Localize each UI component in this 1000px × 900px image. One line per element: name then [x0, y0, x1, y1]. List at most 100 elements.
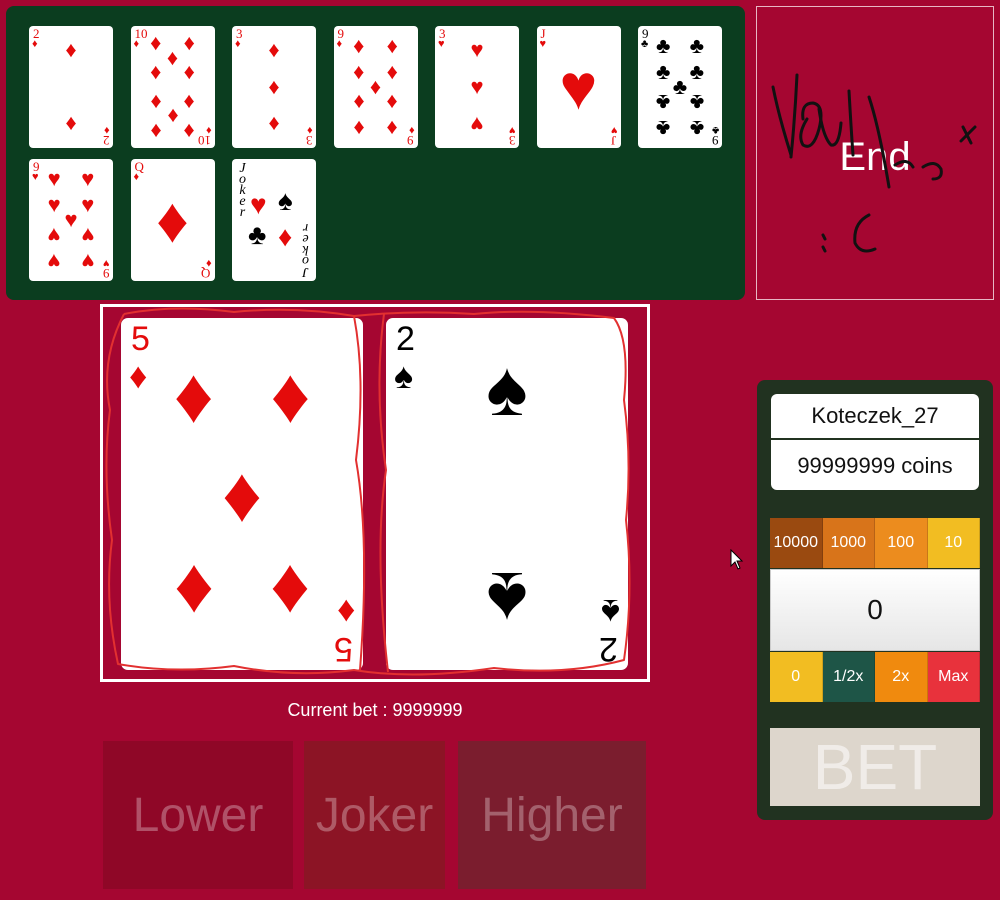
add-chip-10[interactable]: 10 — [927, 518, 980, 568]
history-card: 2 ♦ 2 ♦ ♦ ♦ — [29, 26, 113, 148]
red-scribble — [105, 307, 631, 676]
joker-suit-pip: ♥ — [250, 189, 267, 220]
diamond-icon: ♦ — [336, 38, 343, 50]
diamond-pip-icon: ♦ — [268, 74, 280, 99]
diamond-pip-icon: ♦ — [353, 32, 365, 58]
club-pip-icon: ♣ — [689, 32, 705, 58]
diamond-icon: ♦ — [104, 124, 110, 136]
club-pip-icon: ♣ — [655, 89, 671, 115]
diamond-pip-icon: ♦ — [166, 104, 179, 130]
club-pip-icon: ♣ — [672, 74, 688, 99]
diamond-pip-icon: ♦ — [183, 59, 195, 85]
history-card: 9 ♣ 9 ♣ ♣ ♣ ♣ ♣ ♣ ♣ ♣ ♣ ♣ — [638, 26, 722, 148]
diamond-pip-icon: ♦ — [150, 118, 162, 144]
joker-button[interactable]: Joker — [304, 741, 445, 889]
history-card: 3 ♥ 3 ♥ ♥ ♥ ♥ — [435, 26, 519, 148]
diamond-pip-icon: ♦ — [166, 44, 179, 70]
joker-suit-pip: ♣ — [248, 219, 267, 250]
history-card: 9 ♦ 9 ♦ ♦ ♦ ♦ ♦ ♦ ♦ ♦ ♦ ♦ — [333, 26, 418, 148]
modifier-chip-1-2x[interactable]: 1/2x — [822, 652, 875, 702]
history-card: 3 ♦ 3 ♦ ♦ ♦ ♦ — [232, 26, 316, 148]
heart-icon: ♥ — [610, 124, 618, 136]
club-pip-icon: ♣ — [655, 59, 671, 85]
end-panel: End — [756, 6, 994, 300]
heart-pip-icon: ♥ — [81, 165, 95, 191]
chip-row-add: 10000 1000 100 10 — [770, 518, 980, 568]
heart-pip-icon: ♥ — [470, 74, 484, 99]
diamond-pip-icon: ♦ — [65, 37, 77, 63]
card-history-panel: 2 ♦ 2 ♦ ♦ ♦ 10 ♦ 10 ♦ ♦ ♦ ♦ ♦ ♦ ♦ ♦ ♦ ♦ ♦ 3 ♦ 3 ♦ ♦ ♦ ♦ 9 ♦ 9 ♦ ♦ ♦ ♦ ♦ ♦ ♦ ♦… — [6, 6, 745, 300]
diamond-icon: ♦ — [133, 38, 140, 50]
bet-amount-field[interactable]: 0 — [770, 569, 980, 651]
club-pip-icon: ♣ — [689, 89, 705, 115]
diamond-icon: ♦ — [235, 38, 241, 50]
player-coins: 99999999 coins — [797, 453, 953, 478]
player-info: Koteczek_27 99999999 coins — [771, 394, 979, 490]
history-card: J ♥ J ♥ ♥ — [536, 26, 621, 148]
heart-pip-icon: ♥ — [81, 222, 95, 248]
club-icon: ♣ — [711, 124, 719, 136]
heart-pip-icon: ♥ — [47, 192, 61, 218]
diamond-face-icon: ♦ — [156, 184, 189, 256]
club-pip-icon: ♣ — [689, 116, 705, 142]
chip-row-modifiers: 0 1/2x 2x Max — [770, 652, 980, 702]
diamond-pip-icon: ♦ — [150, 30, 162, 56]
club-pip-icon: ♣ — [655, 32, 671, 58]
betting-panel: Koteczek_27 99999999 coins 10000 1000 100 1… — [757, 380, 993, 820]
heart-pip-icon: ♥ — [47, 249, 61, 275]
diamond-pip-icon: ♦ — [268, 111, 280, 137]
handwritten-scribble — [771, 73, 977, 253]
history-card: 9 ♥ 9 ♥ ♥ ♥ ♥ ♥ ♥ ♥ ♥ ♥ ♥ — [29, 159, 113, 281]
add-chip-100[interactable]: 100 — [875, 518, 928, 568]
heart-face-icon: ♥ — [559, 51, 598, 123]
club-icon: ♣ — [641, 38, 649, 50]
diamond-pip-icon: ♦ — [369, 74, 382, 99]
history-card: 10 ♦ 10 ♦ ♦ ♦ ♦ ♦ ♦ ♦ ♦ ♦ ♦ ♦ — [130, 26, 215, 148]
history-card: Q ♦ Q ♦ ♦ — [130, 159, 215, 281]
diamond-pip-icon: ♦ — [386, 116, 398, 142]
modifier-chip-Max[interactable]: Max — [927, 652, 980, 702]
heart-icon: ♥ — [32, 171, 39, 183]
modifier-chip-2x[interactable]: 2x — [875, 652, 928, 702]
history-card: Joker Joker ♥ ♠ ♣ ♦ — [232, 159, 316, 281]
heart-pip-icon: ♥ — [47, 222, 61, 248]
club-pip-icon: ♣ — [689, 59, 705, 85]
heart-pip-icon: ♥ — [470, 111, 484, 137]
diamond-pip-icon: ♦ — [183, 30, 195, 56]
add-chip-10000[interactable]: 10000 — [770, 518, 823, 568]
diamond-pip-icon: ♦ — [386, 59, 398, 85]
higher-button[interactable]: Higher — [458, 741, 646, 889]
diamond-icon: ♦ — [205, 257, 212, 269]
diamond-icon: ♦ — [133, 171, 140, 183]
mouse-cursor-icon — [730, 549, 744, 570]
modifier-chip-0[interactable]: 0 — [770, 652, 823, 702]
diamond-pip-icon: ♦ — [386, 32, 398, 58]
joker-suit-pip: ♦ — [278, 221, 293, 252]
lower-button[interactable]: Lower — [103, 741, 293, 889]
heart-pip-icon: ♥ — [470, 37, 484, 63]
heart-pip-icon: ♥ — [47, 165, 61, 191]
diamond-pip-icon: ♦ — [150, 89, 162, 115]
current-bet-label: Current bet : 9999999 — [287, 700, 463, 720]
joker-suits-icon: ♥ ♠ ♣ ♦ — [246, 187, 306, 253]
heart-icon: ♥ — [509, 124, 516, 136]
diamond-pip-icon: ♦ — [183, 118, 195, 144]
diamond-icon: ♦ — [307, 124, 313, 136]
add-chip-1000[interactable]: 1000 — [822, 518, 875, 568]
heart-icon: ♥ — [539, 38, 547, 50]
bet-button[interactable]: BET — [770, 728, 980, 806]
heart-icon: ♥ — [103, 257, 110, 269]
joker-suit-pip: ♠ — [278, 185, 293, 216]
diamond-pip-icon: ♦ — [150, 59, 162, 85]
diamond-pip-icon: ♦ — [353, 59, 365, 85]
diamond-icon: ♦ — [205, 124, 212, 136]
heart-icon: ♥ — [438, 38, 445, 50]
diamond-pip-icon: ♦ — [353, 89, 365, 115]
diamond-pip-icon: ♦ — [386, 89, 398, 115]
diamond-pip-icon: ♦ — [353, 116, 365, 142]
diamond-pip-icon: ♦ — [268, 37, 280, 63]
diamond-icon: ♦ — [32, 38, 38, 50]
heart-pip-icon: ♥ — [81, 192, 95, 218]
diamond-pip-icon: ♦ — [183, 89, 195, 115]
player-name: Koteczek_27 — [771, 394, 979, 440]
